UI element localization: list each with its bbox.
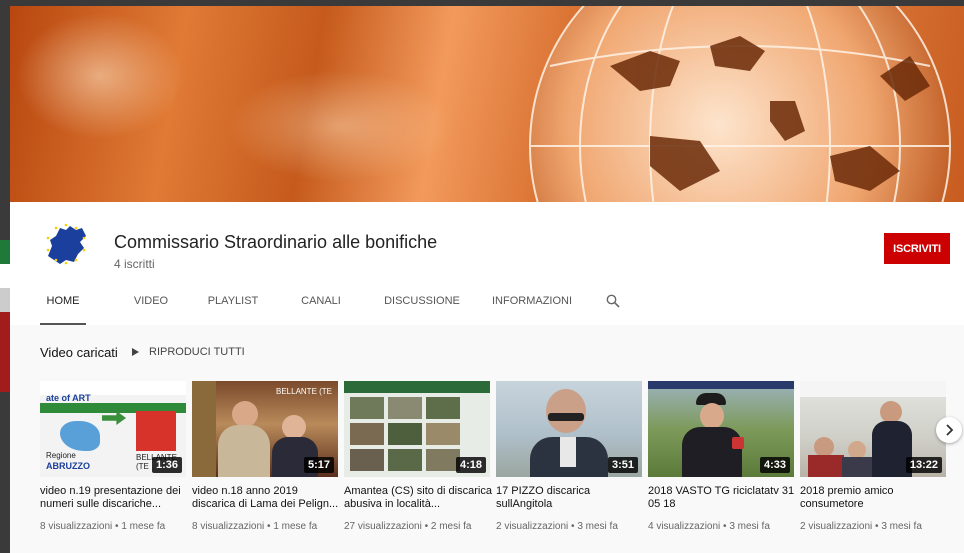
video-duration: 4:18 xyxy=(455,457,486,473)
video-thumbnail[interactable]: 3:51 xyxy=(496,381,642,477)
tab-playlist[interactable]: PLAYLIST xyxy=(200,288,266,323)
thumb-caption: ABRUZZO xyxy=(46,461,90,471)
video-duration: 3:51 xyxy=(607,457,638,473)
video-meta: 8 visualizzazioni • 1 mese fa xyxy=(40,521,166,532)
tab-canali[interactable]: CANALI xyxy=(294,288,348,323)
section-title: Video caricati xyxy=(40,345,118,360)
subscriber-count: 4 iscritti xyxy=(114,257,155,271)
video-title[interactable]: 2018 premio amico consumetore xyxy=(800,485,950,511)
youtube-channel-page: Commissario Straordinario alle bonifiche… xyxy=(10,6,964,553)
video-thumbnail[interactable]: 4:33 xyxy=(648,381,794,477)
video-thumbnail[interactable]: 4:18 xyxy=(344,381,490,477)
channel-name: Commissario Straordinario alle bonifiche xyxy=(114,232,438,252)
flag-gray-stripe xyxy=(0,288,10,312)
flag-red-stripe xyxy=(0,312,10,392)
tab-informazioni[interactable]: INFORMAZIONI xyxy=(484,288,580,323)
left-window-strip xyxy=(0,0,10,553)
chevron-right-icon xyxy=(946,424,954,436)
video-title[interactable]: 17 PIZZO discarica sullAngitola xyxy=(496,485,646,511)
channel-banner xyxy=(10,6,964,202)
flag-white-stripe xyxy=(0,264,10,288)
channel-header: Commissario Straordinario alle bonifiche… xyxy=(10,202,964,325)
video-thumbnail[interactable]: ate of ART Regione ABRUZZO BELLANTE (TE … xyxy=(40,381,186,477)
eu-map-icon xyxy=(40,218,92,270)
video-title[interactable]: video n.18 anno 2019 discarica di Lama d… xyxy=(192,485,342,511)
thumb-caption: ate of ART xyxy=(46,393,91,403)
video-meta: 2 visualizzazioni • 3 mesi fa xyxy=(496,521,618,532)
video-title[interactable]: video n.19 presentazione dei numeri sull… xyxy=(40,485,190,511)
video-meta: 2 visualizzazioni • 3 mesi fa xyxy=(800,521,922,532)
thumb-caption: Regione xyxy=(46,451,76,460)
tab-home[interactable]: HOME xyxy=(40,288,86,325)
video-thumbnail[interactable]: BELLANTE (TE 5:17 xyxy=(192,381,338,477)
video-title[interactable]: Amantea (CS) sito di discarica abusiva i… xyxy=(344,485,494,511)
channel-avatar[interactable] xyxy=(40,218,92,270)
video-duration: 1:36 xyxy=(151,457,182,473)
video-duration: 5:17 xyxy=(303,457,334,473)
search-icon[interactable] xyxy=(606,294,620,308)
play-all-button[interactable]: RIPRODUCI TUTTI xyxy=(132,346,245,358)
video-meta: 27 visualizzazioni • 2 mesi fa xyxy=(344,521,472,532)
next-videos-button[interactable] xyxy=(936,417,962,443)
globe-icon xyxy=(529,6,951,202)
video-meta: 8 visualizzazioni • 1 mese fa xyxy=(192,521,318,532)
tab-video[interactable]: VIDEO xyxy=(124,288,178,323)
video-meta: 4 visualizzazioni • 3 mesi fa xyxy=(648,521,770,532)
play-icon xyxy=(132,348,139,356)
video-duration: 13:22 xyxy=(905,457,942,473)
video-duration: 4:33 xyxy=(759,457,790,473)
thumb-caption: BELLANTE (TE xyxy=(276,387,333,396)
play-all-label: RIPRODUCI TUTTI xyxy=(149,346,245,358)
video-thumbnail[interactable]: 13:22 xyxy=(800,381,946,477)
video-title[interactable]: 2018 VASTO TG riciclatatv 31 05 18 xyxy=(648,485,798,511)
subscribe-button[interactable]: ISCRIVITI xyxy=(884,233,950,264)
tab-discussione[interactable]: DISCUSSIONE xyxy=(372,288,472,323)
flag-green-stripe xyxy=(0,240,10,264)
